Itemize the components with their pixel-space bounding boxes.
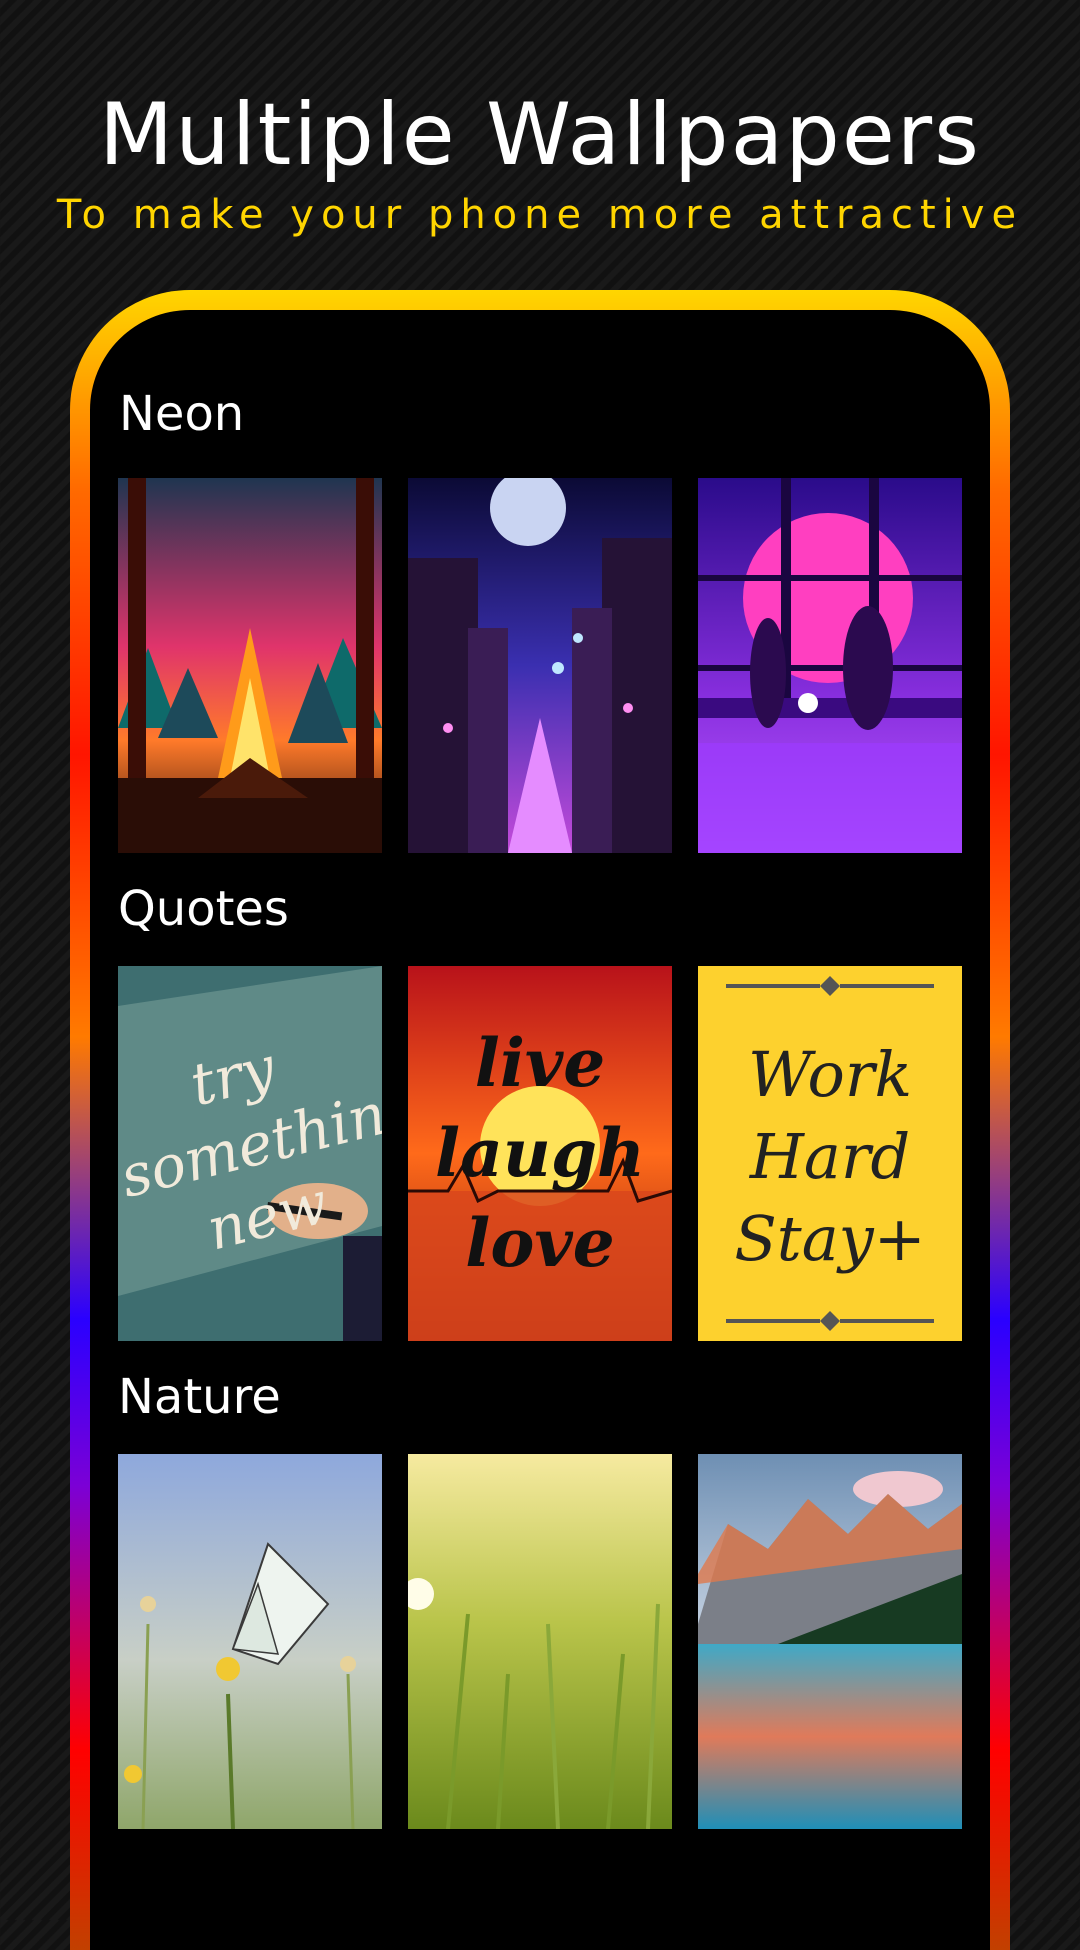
wallpaper-tile-quote-work-hard[interactable]: Work Hard Stay+: [698, 966, 962, 1341]
wallpaper-tile-neon-campfire[interactable]: [118, 478, 382, 853]
wallpaper-tile-nature-lake[interactable]: [698, 1454, 962, 1829]
wallpaper-tile-neon-couple[interactable]: [698, 478, 962, 853]
section-label-quotes: Quotes: [118, 881, 289, 937]
page-subtitle: To make your phone more attractive: [56, 192, 1024, 238]
wallpaper-tile-neon-city[interactable]: [408, 478, 672, 853]
quote-line: Work: [747, 1038, 913, 1111]
quote-line: Hard: [749, 1120, 911, 1193]
quote-line: live: [474, 1024, 606, 1102]
wallpaper-tile-quote-live-laugh-love[interactable]: live laugh love: [408, 966, 672, 1341]
quote-line: love: [465, 1204, 615, 1282]
quote-line: Stay+: [734, 1202, 926, 1275]
wallpaper-tile-nature-wheat[interactable]: [408, 1454, 672, 1829]
page-title: Multiple Wallpapers: [99, 85, 981, 185]
quote-line: laugh: [435, 1114, 645, 1192]
wallpaper-tile-quote-something-new[interactable]: try something new: [118, 966, 382, 1341]
section-label-neon: Neon: [119, 386, 245, 442]
wallpaper-tile-nature-butterfly[interactable]: [118, 1454, 382, 1829]
section-label-nature: Nature: [118, 1369, 281, 1425]
